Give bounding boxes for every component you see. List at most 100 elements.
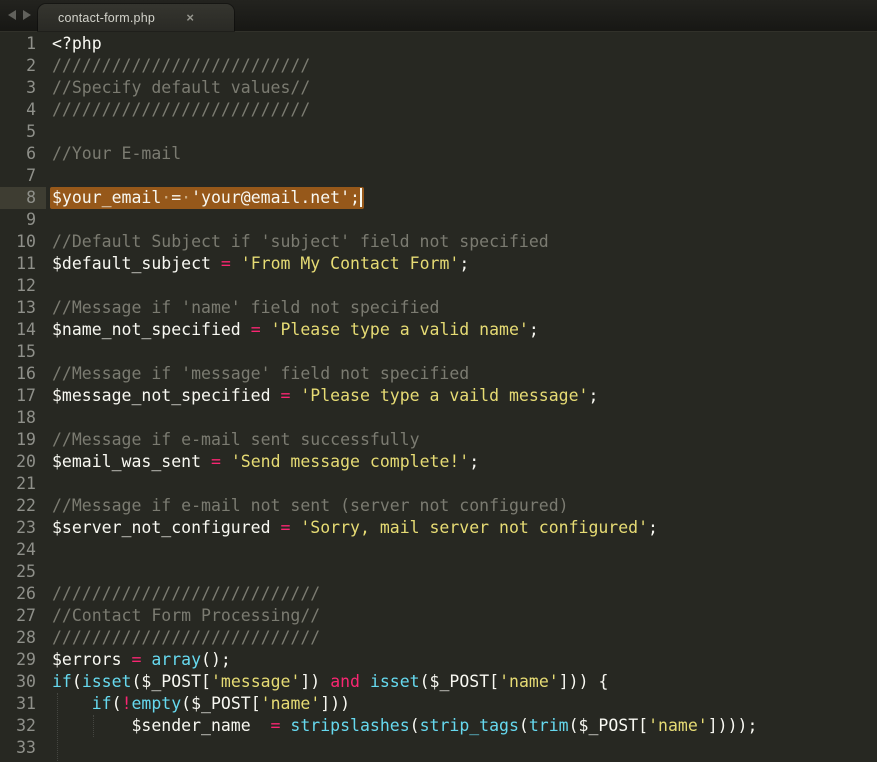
code-line-8[interactable]: 8$your_email·=·'your@email.net'; — [0, 187, 877, 209]
code-line-1[interactable]: 1<?php — [0, 33, 877, 55]
code-line-11[interactable]: 11$default_subject = 'From My Contact Fo… — [0, 253, 877, 275]
code-line-20[interactable]: 20$email_was_sent = 'Send message comple… — [0, 451, 877, 473]
code-token: ( — [72, 672, 82, 691]
code-token: 'your@email.net'; — [191, 188, 360, 207]
code-line-7[interactable]: 7 — [0, 165, 877, 187]
line-number: 25 — [0, 561, 46, 583]
code-text: ////////////////////////// — [46, 55, 310, 77]
code-text: //Message if 'message' field not specifi… — [46, 363, 469, 385]
code-line-33[interactable]: 33 — [0, 737, 877, 759]
code-token: /////////////////////////// — [52, 628, 320, 647]
code-token: ; — [648, 518, 658, 537]
code-token: $errors — [52, 650, 131, 669]
code-line-32[interactable]: 32 $sender_name = stripslashes(strip_tag… — [0, 715, 877, 737]
line-number: 17 — [0, 385, 46, 407]
code-token — [280, 716, 290, 735]
code-token: ; — [588, 386, 598, 405]
line-number: 13 — [0, 297, 46, 319]
line-number: 22 — [0, 495, 46, 517]
line-number: 26 — [0, 583, 46, 605]
code-line-30[interactable]: 30if(isset($_POST['message']) and isset(… — [0, 671, 877, 693]
code-line-2[interactable]: 2 ////////////////////////// — [0, 55, 877, 77]
code-line-15[interactable]: 15 — [0, 341, 877, 363]
code-token — [360, 672, 370, 691]
code-text — [46, 561, 52, 583]
tab-contact-form-php[interactable]: contact-form.php × — [38, 4, 234, 31]
code-line-21[interactable]: 21 — [0, 473, 877, 495]
code-token — [290, 386, 300, 405]
code-line-27[interactable]: 27//Contact Form Processing// — [0, 605, 877, 627]
code-line-23[interactable]: 23$server_not_configured = 'Sorry, mail … — [0, 517, 877, 539]
indent-guide — [57, 693, 58, 761]
code-token: $your_email — [52, 188, 161, 207]
code-token: ($_POST[ — [181, 694, 260, 713]
code-line-5[interactable]: 5 — [0, 121, 877, 143]
code-token: 'name' — [261, 694, 321, 713]
code-token: //Your E-mail — [52, 144, 181, 163]
code-token: = — [251, 320, 261, 339]
code-line-10[interactable]: 10//Default Subject if 'subject' field n… — [0, 231, 877, 253]
code-token: $message_not_specified — [52, 386, 280, 405]
code-token: isset — [82, 672, 132, 691]
code-line-3[interactable]: 3//Specify default values// — [0, 77, 877, 99]
tab-close-icon[interactable]: × — [186, 11, 194, 24]
code-token: 'name' — [499, 672, 559, 691]
code-text: $email_was_sent = 'Send message complete… — [46, 451, 479, 473]
code-token: 'Please type a vaild message' — [300, 386, 588, 405]
code-line-6[interactable]: 6//Your E-mail — [0, 143, 877, 165]
line-number: 31 — [0, 693, 46, 715]
code-line-19[interactable]: 19//Message if e-mail sent successfully — [0, 429, 877, 451]
code-token: trim — [529, 716, 569, 735]
code-text — [46, 275, 52, 297]
code-token: ////////////////////////// — [52, 56, 310, 75]
code-token: ; — [469, 452, 479, 471]
code-token: array — [151, 650, 201, 669]
code-token: ])) { — [559, 672, 609, 691]
code-token: $default_subject — [52, 254, 221, 273]
code-line-18[interactable]: 18 — [0, 407, 877, 429]
code-area[interactable]: 1<?php2 ////////////////////////// 3//Spec… — [0, 33, 877, 759]
nav-back-icon[interactable] — [8, 10, 16, 20]
code-text: $server_not_configured = 'Sorry, mail se… — [46, 517, 658, 539]
line-number: 5 — [0, 121, 46, 143]
code-text — [46, 473, 52, 495]
code-line-25[interactable]: 25 — [0, 561, 877, 583]
indent-guide — [93, 715, 94, 737]
text-cursor — [360, 188, 362, 207]
code-line-4[interactable]: 4////////////////////////// — [0, 99, 877, 121]
line-number: 24 — [0, 539, 46, 561]
line-number: 8 — [0, 187, 46, 209]
code-line-13[interactable]: 13//Message if 'name' field not specifie… — [0, 297, 877, 319]
line-number: 2 — [0, 55, 46, 77]
code-token: 'name' — [648, 716, 708, 735]
nav-forward-icon[interactable] — [23, 10, 31, 20]
code-text — [46, 165, 52, 187]
code-token: //Specify default values// — [52, 78, 310, 97]
code-text: //Message if 'name' field not specified — [46, 297, 439, 319]
code-token: 'Please type a valid name' — [271, 320, 529, 339]
code-line-14[interactable]: 14$name_not_specified = 'Please type a v… — [0, 319, 877, 341]
nav-arrows — [8, 10, 31, 20]
code-token — [261, 320, 271, 339]
code-token: 'Send message complete!' — [231, 452, 469, 471]
code-line-17[interactable]: 17$message_not_specified = 'Please type … — [0, 385, 877, 407]
code-line-22[interactable]: 22//Message if e-mail not sent (server n… — [0, 495, 877, 517]
code-editor[interactable]: 1<?php2 ////////////////////////// 3//Spec… — [0, 32, 877, 762]
code-line-12[interactable]: 12 — [0, 275, 877, 297]
code-text: //Default Subject if 'subject' field not… — [46, 231, 549, 253]
code-token: strip_tags — [420, 716, 519, 735]
code-token: <?php — [52, 34, 102, 53]
line-number: 16 — [0, 363, 46, 385]
code-token: = — [131, 650, 141, 669]
code-line-31[interactable]: 31 if(!empty($_POST['name'])) — [0, 693, 877, 715]
line-number: 28 — [0, 627, 46, 649]
code-line-26[interactable]: 26/////////////////////////// — [0, 583, 877, 605]
code-text: $default_subject = 'From My Contact Form… — [46, 253, 469, 275]
code-line-16[interactable]: 16//Message if 'message' field not speci… — [0, 363, 877, 385]
code-line-29[interactable]: 29$errors = array(); — [0, 649, 877, 671]
code-token: 'message' — [211, 672, 300, 691]
code-line-24[interactable]: 24 — [0, 539, 877, 561]
code-line-28[interactable]: 28 /////////////////////////// — [0, 627, 877, 649]
code-token: ($_POST[ — [420, 672, 499, 691]
code-line-9[interactable]: 9 — [0, 209, 877, 231]
